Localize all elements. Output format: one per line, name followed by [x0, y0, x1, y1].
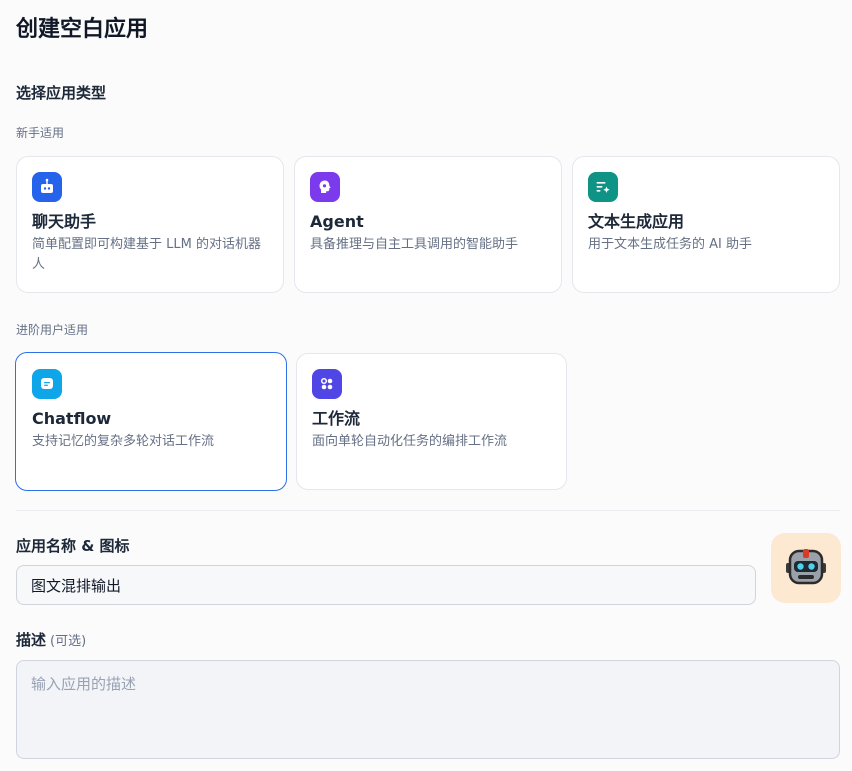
card-description: 具备推理与自主工具调用的智能助手 — [310, 237, 519, 252]
app-type-card-agent[interactable]: Agent 具备推理与自主工具调用的智能助手 — [294, 156, 562, 293]
chat-robot-icon — [32, 172, 62, 202]
card-description: 支持记忆的复杂多轮对话工作流 — [32, 434, 215, 449]
group-label-advanced: 进阶用户适用 — [16, 323, 89, 337]
group-label-beginner: 新手适用 — [16, 126, 65, 140]
card-description: 用于文本生成任务的 AI 助手 — [588, 237, 752, 252]
workflow-nodes-icon — [312, 369, 342, 399]
card-description: 面向单轮自动化任务的编排工作流 — [312, 434, 508, 449]
card-title: 文本生成应用 — [588, 212, 685, 231]
optional-hint: (可选) — [50, 634, 87, 649]
card-title: Agent — [310, 212, 364, 231]
description-label: 描述 (可选) — [16, 629, 86, 653]
app-name-input[interactable] — [16, 565, 756, 605]
card-title: 聊天助手 — [32, 212, 97, 231]
app-type-card-chat-assistant[interactable]: 聊天助手 简单配置即可构建基于 LLM 的对话机器人 — [16, 156, 284, 293]
chatflow-bubble-icon — [32, 369, 62, 399]
description-input[interactable] — [16, 660, 840, 759]
card-description: 简单配置即可构建基于 LLM 的对话机器人 — [32, 237, 261, 272]
app-name-label: 应用名称 & 图标 — [16, 537, 130, 555]
app-type-card-chatflow[interactable]: Chatflow 支持记忆的复杂多轮对话工作流 — [15, 352, 287, 491]
app-type-card-text-generation[interactable]: 文本生成应用 用于文本生成任务的 AI 助手 — [572, 156, 840, 293]
robot-avatar-icon — [784, 544, 828, 592]
text-sparkle-icon — [588, 172, 618, 202]
section-divider — [16, 510, 840, 511]
section-title-app-type: 选择应用类型 — [16, 84, 107, 102]
app-icon-picker[interactable] — [771, 533, 841, 603]
agent-brain-icon — [310, 172, 340, 202]
description-label-text: 描述 — [16, 631, 47, 649]
page-title: 创建空白应用 — [16, 17, 149, 42]
card-title: Chatflow — [32, 409, 112, 428]
app-type-card-workflow[interactable]: 工作流 面向单轮自动化任务的编排工作流 — [296, 353, 567, 490]
card-title: 工作流 — [312, 409, 361, 428]
